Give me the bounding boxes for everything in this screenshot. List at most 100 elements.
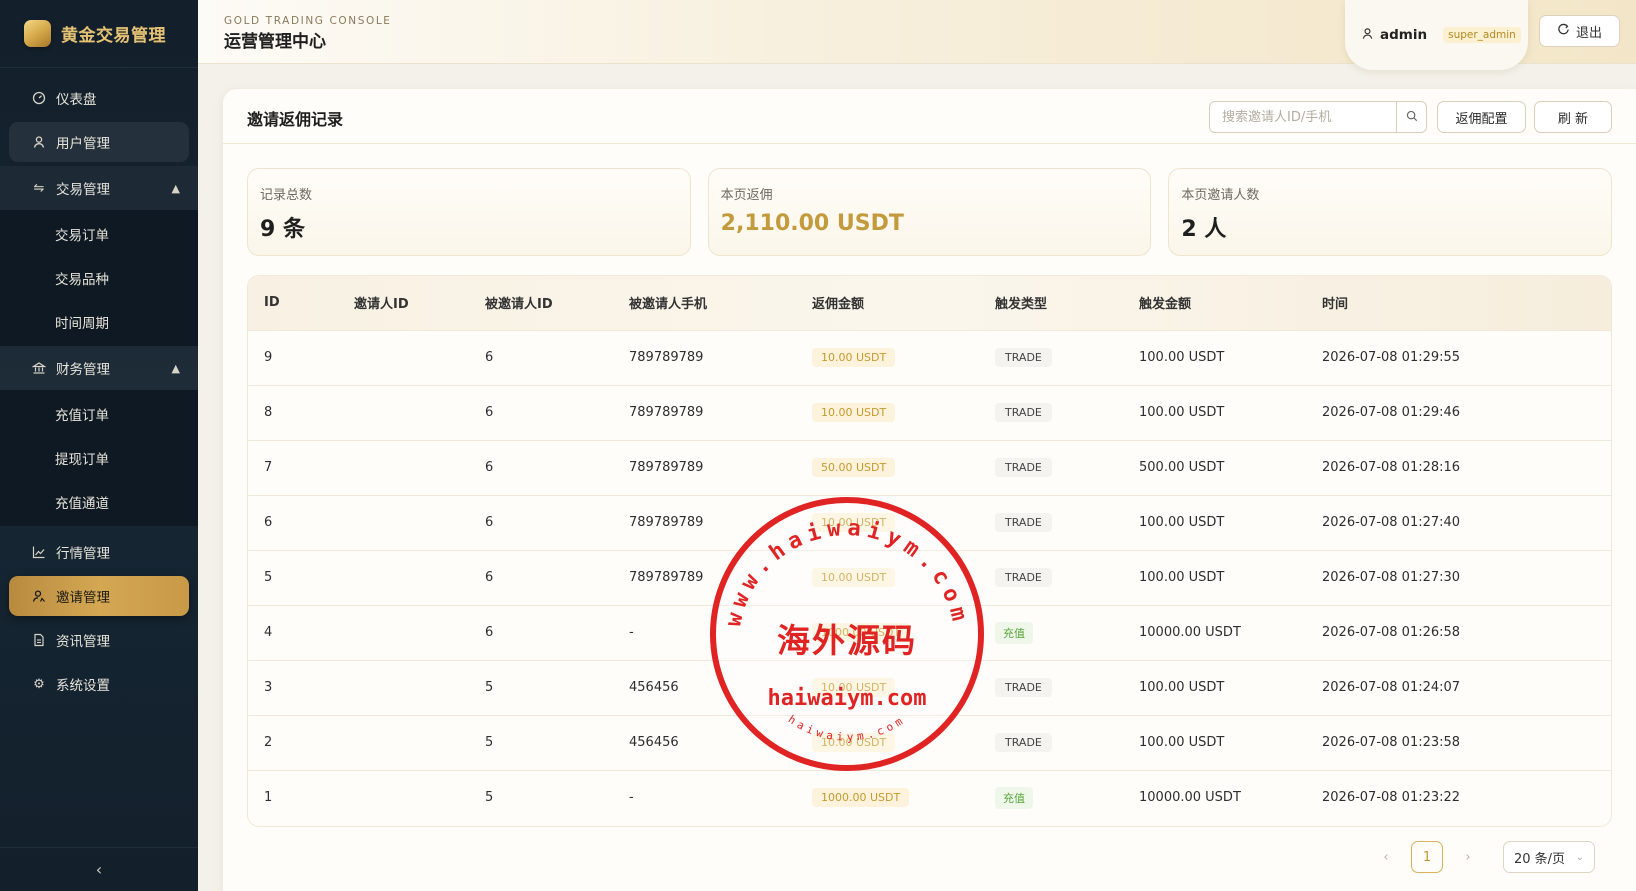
cell-text: 2026-07-08 01:28:16 — [1322, 460, 1461, 475]
sidebar-subitem-trade-orders[interactable]: 交易订单 — [0, 212, 198, 256]
cell-invitee-phone: 789789789 — [613, 550, 796, 605]
cell-text: 100.00 USDT — [1139, 405, 1225, 420]
finance-submenu: 充值订单 提现订单 充值通道 — [0, 390, 198, 526]
cell-inviter-id — [338, 550, 469, 605]
column-header[interactable]: 被邀请人ID — [469, 276, 613, 330]
sidebar-item-market[interactable]: 行情管理 — [9, 532, 189, 572]
amount-tag: 10.00 USDT — [812, 678, 896, 697]
search-input[interactable] — [1209, 101, 1397, 133]
cell-invitee-id: 5 — [469, 715, 613, 770]
cell-text: 6 — [485, 625, 494, 640]
cell-invitee-id: 6 — [469, 440, 613, 495]
cell-id: 4 — [248, 605, 338, 660]
sidebar-item-label: 财务管理 — [56, 362, 110, 378]
column-header[interactable]: ID — [248, 276, 338, 330]
cell-trigger-amount: 100.00 USDT — [1123, 495, 1306, 550]
user-icon — [31, 134, 47, 150]
refresh-button[interactable]: 刷 新 — [1534, 101, 1612, 133]
type-tag: TRADE — [995, 513, 1052, 532]
table-body: 9 6 789789789 10.00 USDT TRADE 100.00 USDT 202… — [248, 330, 1611, 825]
cell-inviter-id — [338, 330, 469, 385]
column-header[interactable]: 被邀请人手机 — [613, 276, 796, 330]
cell-text: 5 — [264, 570, 273, 585]
sidebar-subitem-withdraw-orders[interactable]: 提现订单 — [0, 436, 198, 480]
cell-text: 100.00 USDT — [1139, 350, 1225, 365]
column-header[interactable]: 返佣金额 — [796, 276, 979, 330]
amount-tag: 10.00 USDT — [812, 733, 896, 752]
logout-icon — [1557, 23, 1570, 40]
search-button[interactable] — [1396, 101, 1427, 133]
cell-text: 2026-07-08 01:29:46 — [1322, 405, 1461, 420]
table-row[interactable]: 8 6 789789789 10.00 USDT TRADE 100.00 USDT 202… — [248, 385, 1611, 440]
cell-invitee-id: 6 — [469, 330, 613, 385]
page-number-current[interactable]: 1 — [1411, 841, 1443, 873]
amount-tag: 10.00 USDT — [812, 403, 896, 422]
cell-text: 2026-07-08 01:24:07 — [1322, 680, 1461, 695]
sidebar-subitem-time-periods[interactable]: 时间周期 — [0, 300, 198, 344]
sidebar-subitem-recharge-channels[interactable]: 充值通道 — [0, 480, 198, 524]
cell-inviter-id — [338, 440, 469, 495]
logout-button[interactable]: 退出 — [1539, 15, 1620, 47]
sidebar-item-invite[interactable]: 邀请管理 — [9, 576, 189, 616]
commission-config-button[interactable]: 返佣配置 — [1437, 101, 1526, 133]
table-row[interactable]: 6 6 789789789 10.00 USDT TRADE 100.00 USDT 202… — [248, 495, 1611, 550]
table-row[interactable]: 1 5 - 1000.00 USDT 充值 10000.00 USDT 2026-07-08… — [248, 770, 1611, 825]
table-row[interactable]: 7 6 789789789 50.00 USDT TRADE 500.00 USDT 202… — [248, 440, 1611, 495]
trade-submenu: 交易订单 交易品种 时间周期 — [0, 210, 198, 346]
cell-invitee-id: 6 — [469, 495, 613, 550]
sidebar-subitem-trade-products[interactable]: 交易品种 — [0, 256, 198, 300]
cell-trigger-amount: 100.00 USDT — [1123, 330, 1306, 385]
sidebar-subitem-recharge-orders[interactable]: 充值订单 — [0, 392, 198, 436]
table-row[interactable]: 9 6 789789789 10.00 USDT TRADE 100.00 USDT 202… — [248, 330, 1611, 385]
sidebar-group-trade[interactable]: ⇋ 交易管理 ▲ — [0, 166, 198, 210]
cell-text: 10000.00 USDT — [1139, 790, 1241, 806]
cell-time: 2026-07-08 01:27:40 — [1306, 495, 1611, 550]
table-row[interactable]: 5 6 789789789 10.00 USDT TRADE 100.00 USDT 202… — [248, 550, 1611, 605]
type-tag: 充值 — [995, 786, 1033, 809]
cell-text: 4 — [264, 625, 273, 640]
table-row[interactable]: 4 6 - 1000.00 USDT 充值 10000.00 USDT 2026-07-08… — [248, 605, 1611, 660]
cell-text: 100.00 USDT — [1139, 735, 1225, 750]
cell-trigger-type: TRADE — [979, 660, 1123, 715]
cell-time: 2026-07-08 01:29:46 — [1306, 385, 1611, 440]
column-header[interactable]: 时间 — [1306, 276, 1611, 330]
cell-time: 2026-07-08 01:23:22 — [1306, 770, 1611, 825]
stat-label: 本页邀请人数 — [1181, 188, 1260, 203]
sidebar-item-settings[interactable]: ⚙ 系统设置 — [9, 664, 189, 704]
column-header[interactable]: 触发金额 — [1123, 276, 1306, 330]
type-tag: TRADE — [995, 733, 1052, 752]
line-chart-icon — [31, 544, 47, 560]
page-title: 运营管理中心 — [224, 32, 326, 52]
cell-invitee-id: 5 — [469, 770, 613, 825]
cell-time: 2026-07-08 01:24:07 — [1306, 660, 1611, 715]
cell-id: 6 — [248, 495, 338, 550]
cell-trigger-amount: 10000.00 USDT — [1123, 605, 1306, 660]
sidebar-item-users[interactable]: 用户管理 — [9, 122, 189, 162]
cell-invitee-id: 6 — [469, 605, 613, 660]
cell-commission-amount: 10.00 USDT — [796, 330, 979, 385]
column-header[interactable]: 触发类型 — [979, 276, 1123, 330]
table-row[interactable]: 2 5 456456 10.00 USDT TRADE 100.00 USDT 2026-0… — [248, 715, 1611, 770]
next-page-button[interactable]: › — [1453, 842, 1483, 872]
brand: 黄金交易管理 — [0, 0, 198, 68]
cell-invitee-phone: 456456 — [613, 715, 796, 770]
sidebar-nav: 仪表盘 用户管理 ⇋ 交易管理 ▲ 交易订单 交易品种 时间周期 财务管理 ▲ … — [0, 68, 198, 704]
commission-table: ID 邀请人ID 被邀请人ID 被邀请人手机 返佣金额 触发类型 触发金额 时间… — [247, 275, 1612, 827]
page-size-select[interactable]: 20 条/页 ⌄ — [1503, 841, 1595, 873]
cell-invitee-id: 5 — [469, 660, 613, 715]
stat-total-records: 记录总数 9 条 — [247, 168, 691, 256]
table-row[interactable]: 3 5 456456 10.00 USDT TRADE 100.00 USDT 2026-0… — [248, 660, 1611, 715]
sidebar-item-news[interactable]: 资讯管理 — [9, 620, 189, 660]
header-subtitle: GOLD TRADING CONSOLE — [224, 15, 392, 27]
stat-page-inviters: 本页邀请人数 2 人 — [1168, 168, 1613, 256]
sidebar-item-dashboard[interactable]: 仪表盘 — [9, 78, 189, 118]
cell-invitee-phone: 789789789 — [613, 385, 796, 440]
cell-trigger-type: TRADE — [979, 440, 1123, 495]
collapse-sidebar-button[interactable]: ‹ — [0, 847, 198, 891]
user-menu[interactable]: admin super_admin — [1345, 0, 1528, 70]
cell-inviter-id — [338, 495, 469, 550]
user-icon — [1361, 27, 1374, 44]
sidebar-group-finance[interactable]: 财务管理 ▲ — [0, 346, 198, 390]
prev-page-button[interactable]: ‹ — [1371, 842, 1401, 872]
column-header[interactable]: 邀请人ID — [338, 276, 469, 330]
